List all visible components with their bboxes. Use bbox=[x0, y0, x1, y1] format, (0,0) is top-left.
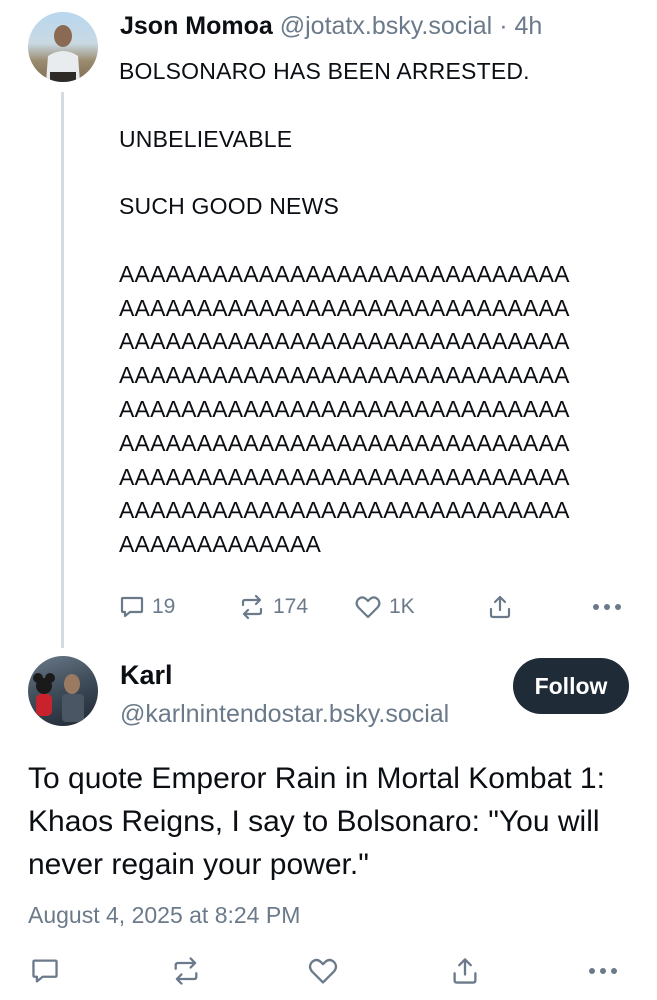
person-photo-icon bbox=[33, 673, 84, 722]
header-separator: · bbox=[499, 12, 508, 40]
text-spacer bbox=[119, 156, 639, 190]
post-text-line: UNBELIEVABLE bbox=[119, 125, 293, 152]
repost-arrows-icon bbox=[174, 957, 198, 985]
parent-author-name[interactable]: Json Momoa bbox=[120, 12, 273, 40]
post-text-line: AAAAAAAAAAAAAAAAAAAAAAAAAAAAA bbox=[119, 362, 570, 389]
reply-post-actions bbox=[0, 951, 657, 991]
follow-button[interactable]: Follow bbox=[513, 658, 629, 714]
share-button[interactable] bbox=[487, 587, 513, 627]
post-text-line: SUCH GOOD NEWS bbox=[119, 193, 340, 220]
heart-icon bbox=[308, 958, 338, 984]
parent-post-text: BOLSONARO HAS BEEN ARRESTED. UNBELIEVABLE… bbox=[119, 55, 639, 562]
ellipsis-icon bbox=[593, 604, 621, 610]
text-spacer bbox=[119, 89, 639, 123]
repost-count: 174 bbox=[273, 595, 309, 618]
like-button[interactable] bbox=[307, 951, 339, 991]
post-text-line: BOLSONARO HAS BEEN ARRESTED. bbox=[119, 58, 530, 84]
reply-author-name[interactable]: Karl bbox=[120, 660, 173, 691]
post-text-line: AAAAAAAAAAAAA bbox=[119, 531, 322, 558]
post-text-line: AAAAAAAAAAAAAAAAAAAAAAAAAAAAA bbox=[119, 395, 570, 422]
person-photo-icon bbox=[46, 25, 80, 82]
parent-author-avatar[interactable] bbox=[28, 12, 98, 82]
post-text-line: AAAAAAAAAAAAAAAAAAAAAAAAAAAAA bbox=[119, 463, 570, 490]
speech-bubble-icon bbox=[120, 596, 144, 618]
post-text-line: AAAAAAAAAAAAAAAAAAAAAAAAAAAAA bbox=[119, 260, 570, 287]
reply-author-avatar[interactable] bbox=[28, 656, 98, 726]
speech-bubble-icon bbox=[32, 959, 58, 983]
more-options-button[interactable] bbox=[592, 587, 622, 627]
parent-post-actions: 19 174 1K bbox=[0, 587, 657, 627]
ellipsis-icon bbox=[589, 968, 617, 974]
post-text-line: AAAAAAAAAAAAAAAAAAAAAAAAAAAAA bbox=[119, 294, 570, 321]
more-options-button[interactable] bbox=[586, 951, 620, 991]
repost-button[interactable]: 174 bbox=[238, 587, 308, 627]
repost-arrows-icon bbox=[241, 594, 263, 620]
like-button[interactable]: 1K bbox=[354, 587, 415, 627]
share-button[interactable] bbox=[450, 951, 480, 991]
post-text-line: AAAAAAAAAAAAAAAAAAAAAAAAAAAAA bbox=[119, 429, 570, 456]
reply-timestamp[interactable]: August 4, 2025 at 8:24 PM bbox=[28, 902, 300, 929]
reply-author-handle[interactable]: @karlnintendostar.bsky.social bbox=[120, 700, 449, 729]
reply-post-text: To quote Emperor Rain in Mortal Kombat 1… bbox=[28, 762, 605, 881]
thread-connector-line bbox=[61, 92, 64, 648]
reply-count: 19 bbox=[152, 595, 176, 618]
parent-author-handle[interactable]: @jotatx.bsky.social bbox=[280, 12, 493, 40]
reply-button[interactable]: 19 bbox=[119, 587, 175, 627]
post-text-line: AAAAAAAAAAAAAAAAAAAAAAAAAAAAA bbox=[119, 497, 570, 524]
heart-icon bbox=[355, 596, 381, 619]
reply-button[interactable] bbox=[30, 951, 60, 991]
post-text-line: AAAAAAAAAAAAAAAAAAAAAAAAAAAAA bbox=[119, 328, 570, 355]
share-upload-icon bbox=[453, 958, 477, 984]
text-spacer bbox=[119, 224, 639, 258]
parent-post-age[interactable]: 4h bbox=[514, 12, 542, 40]
repost-button[interactable] bbox=[170, 951, 202, 991]
parent-post-header: Json Momoa @jotatx.bsky.social · 4h bbox=[120, 12, 542, 41]
like-count: 1K bbox=[389, 595, 415, 618]
share-upload-icon bbox=[489, 595, 511, 619]
